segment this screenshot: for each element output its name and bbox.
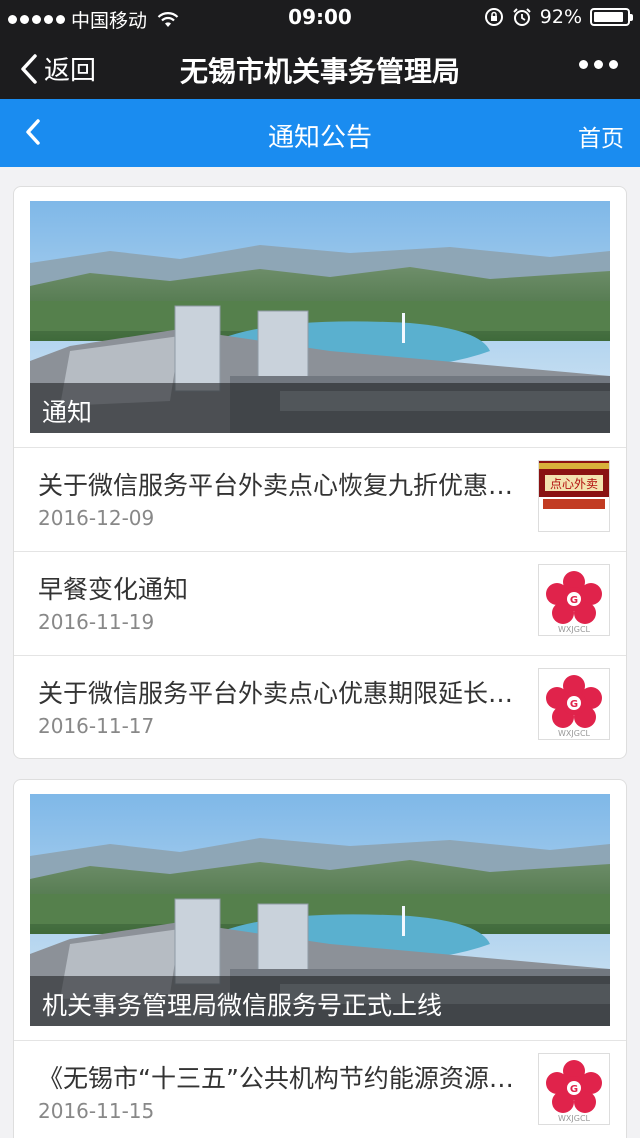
status-bar: 中国移动 09:00 92% — [0, 0, 640, 36]
wxjgcl-logo-thumbnail: G WXJGCL — [538, 564, 610, 636]
wechat-nav-bar: 返回 无锡市机关事务管理局 — [0, 36, 640, 99]
takeout-poster-thumbnail: 点心外卖 — [538, 460, 610, 532]
list-item[interactable]: 早餐变化通知 2016-11-19 G WXJGCL — [14, 551, 626, 655]
plum-blossom-logo-icon: G WXJGCL — [546, 571, 602, 634]
svg-text:G: G — [570, 1084, 578, 1095]
notice-card: 通知 关于微信服务平台外卖点心恢复九折优惠的通知 2016-12-09 点心外卖… — [13, 186, 627, 759]
list-item[interactable]: 关于微信服务平台外卖点心恢复九折优惠的通知 2016-12-09 点心外卖 — [14, 447, 626, 551]
news-title: 关于微信服务平台外卖点心恢复九折优惠的通知 — [38, 471, 538, 500]
section-header: 通知公告 首页 — [0, 99, 640, 167]
announcement-card: 机关事务管理局微信服务号正式上线 《无锡市“十三五”公共机构节约能源资源工作规划… — [13, 779, 627, 1138]
banner-caption: 机关事务管理局微信服务号正式上线 — [30, 976, 610, 1026]
news-date: 2016-11-17 — [38, 714, 155, 738]
page-title: 无锡市机关事务管理局 — [179, 55, 460, 88]
plum-blossom-logo-icon: G WXJGCL — [546, 675, 602, 738]
list-item[interactable]: 关于微信服务平台外卖点心优惠期限延长的通知 2016-11-17 G WXJGC… — [14, 655, 626, 758]
news-date: 2016-11-19 — [38, 610, 155, 634]
home-link[interactable]: 首页 — [578, 119, 624, 153]
banner-caption: 通知 — [30, 383, 610, 433]
wxjgcl-logo-thumbnail: G WXJGCL — [538, 1053, 610, 1125]
wxjgcl-logo-thumbnail: G WXJGCL — [538, 668, 610, 740]
battery-percent: 92% — [539, 6, 582, 28]
svg-text:点心外卖: 点心外卖 — [550, 477, 598, 491]
poster-image-icon: 点心外卖 — [539, 461, 609, 531]
banner-image[interactable]: 机关事务管理局微信服务号正式上线 — [30, 794, 610, 1026]
svg-text:WXJGCL: WXJGCL — [558, 729, 591, 738]
svg-text:WXJGCL: WXJGCL — [558, 1114, 591, 1123]
list-item[interactable]: 《无锡市“十三五”公共机构节约能源资源工作规划》 2016-11-15 G WX… — [14, 1040, 626, 1138]
news-date: 2016-12-09 — [38, 506, 155, 530]
svg-text:G: G — [570, 595, 578, 606]
banner-image[interactable]: 通知 — [30, 201, 610, 433]
status-right: 92% — [484, 6, 633, 28]
more-menu-button[interactable] — [579, 60, 618, 69]
svg-text:WXJGCL: WXJGCL — [558, 625, 591, 634]
rotation-lock-icon — [484, 8, 503, 26]
section-title: 通知公告 — [267, 123, 372, 153]
news-date: 2016-11-15 — [38, 1099, 155, 1123]
alarm-icon — [513, 8, 531, 26]
plum-blossom-logo-icon: G WXJGCL — [546, 1060, 602, 1123]
battery-level-fill — [594, 12, 624, 22]
news-title: 早餐变化通知 — [38, 575, 189, 604]
battery-icon — [590, 8, 633, 26]
news-title: 《无锡市“十三五”公共机构节约能源资源工作规划》 — [38, 1064, 538, 1093]
svg-text:G: G — [570, 699, 578, 710]
news-title: 关于微信服务平台外卖点心优惠期限延长的通知 — [38, 679, 538, 708]
